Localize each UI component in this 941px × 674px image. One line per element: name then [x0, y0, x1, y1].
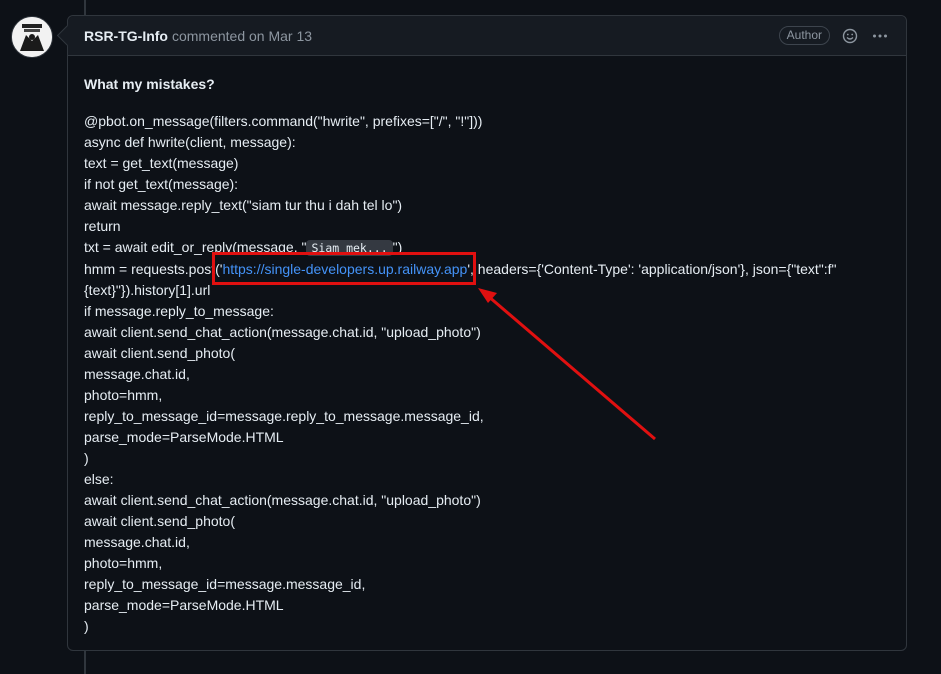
- kebab-horizontal-icon[interactable]: [870, 26, 890, 46]
- code-line: await client.send_photo(: [84, 513, 235, 529]
- author-link[interactable]: RSR-TG-Info: [84, 28, 168, 44]
- hmm-line: hmm = requests.post('https://single-deve…: [84, 259, 874, 301]
- inline-code: Siam mek...: [306, 240, 393, 256]
- smiley-icon[interactable]: [840, 26, 860, 46]
- txt-prefix: txt = await edit_or_reply(message, ": [84, 239, 307, 255]
- code-line: await client.send_photo(: [84, 345, 235, 361]
- code-line: parse_mode=ParseMode.HTML: [84, 597, 284, 613]
- comment-question: What my mistakes?: [84, 76, 215, 92]
- code-line: if message.reply_to_message:: [84, 303, 274, 319]
- code-line: else:: [84, 471, 114, 487]
- code-line: parse_mode=ParseMode.HTML: [84, 429, 284, 445]
- code-line: photo=hmm,: [84, 387, 163, 403]
- comment-header: RSR-TG-Info commented on Mar 13 Author: [68, 16, 906, 56]
- code-line: reply_to_message_id=message.reply_to_mes…: [84, 408, 484, 424]
- code-line: return: [84, 218, 121, 234]
- author-badge: Author: [778, 26, 830, 45]
- code-line: await message.reply_text("siam tur thu i…: [84, 197, 403, 213]
- code-line: await client.send_chat_action(message.ch…: [84, 324, 481, 340]
- code-line: text = get_text(message): [84, 155, 239, 171]
- comment-timestamp[interactable]: commented on Mar 13: [172, 28, 312, 44]
- code-line: photo=hmm,: [84, 555, 163, 571]
- code-line: ): [84, 618, 89, 634]
- code-lines-bottom: if message.reply_to_message: await clien…: [84, 301, 890, 637]
- code-line: message.chat.id,: [84, 534, 190, 550]
- avatar[interactable]: [11, 16, 53, 58]
- code-line: async def hwrite(client, message):: [84, 134, 296, 150]
- avatar-image-icon: [12, 17, 52, 57]
- railway-url-link[interactable]: https://single-developers.up.railway.app: [222, 261, 467, 277]
- code-line: ): [84, 450, 89, 466]
- code-line: message.chat.id,: [84, 366, 190, 382]
- code-line: @pbot.on_message(filters.command("hwrite…: [84, 113, 483, 129]
- hmm-prefix: hmm = requests.post(': [84, 261, 223, 277]
- comment-card: RSR-TG-Info commented on Mar 13 Author W…: [67, 15, 907, 651]
- code-line: if not get_text(message):: [84, 176, 239, 192]
- comment-body: What my mistakes? @pbot.on_message(filte…: [68, 56, 906, 637]
- txt-line: txt = await edit_or_reply(message, " Siam…: [84, 237, 890, 259]
- txt-suffix: "): [392, 239, 403, 255]
- code-line: reply_to_message_id=message.message_id,: [84, 576, 366, 592]
- header-actions: Author: [778, 26, 890, 46]
- code-lines-top: @pbot.on_message(filters.command("hwrite…: [84, 111, 890, 237]
- code-line: await client.send_chat_action(message.ch…: [84, 492, 481, 508]
